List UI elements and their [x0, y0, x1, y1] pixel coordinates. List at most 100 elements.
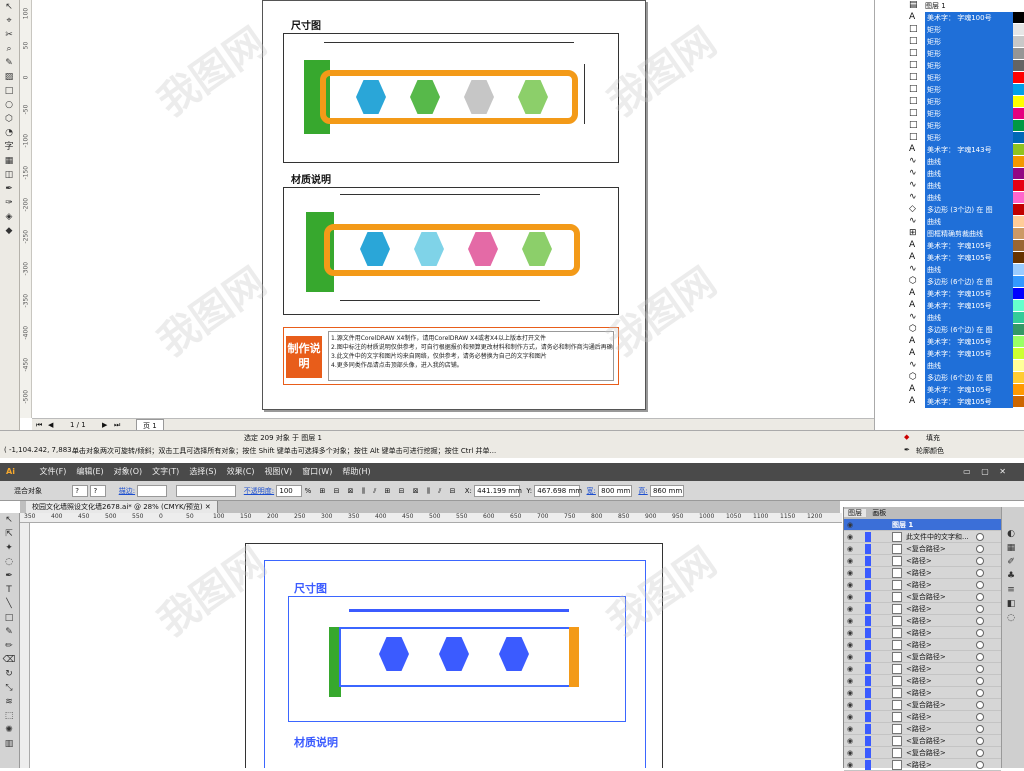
object-row[interactable]: A 美术字： 字魂105号	[875, 396, 1024, 408]
freehand-tool-icon[interactable]: ✎	[0, 56, 18, 70]
visibility-icon[interactable]: ◉	[847, 617, 855, 625]
palette-swatch[interactable]	[1013, 324, 1024, 336]
layer-item-row[interactable]: ◉ <路径>	[844, 603, 1001, 615]
rectangle-tool-icon[interactable]: □	[0, 611, 18, 625]
target-icon[interactable]	[976, 617, 984, 625]
menu-item[interactable]: 编辑(E)	[76, 467, 103, 476]
object-manager-header[interactable]: ▤ 图层 1	[875, 0, 1024, 12]
visibility-icon[interactable]: ◉	[847, 725, 855, 733]
visibility-icon[interactable]: ◉	[847, 641, 855, 649]
tab-artboards[interactable]: 画板	[868, 509, 890, 517]
visibility-icon[interactable]: ◉	[847, 605, 855, 613]
align-icons[interactable]: ⊞ ⊟ ⊠ ⫼ ⫽ ⊞ ⊟ ⊠ ⫼ ⫽ ⊟	[319, 487, 458, 495]
object-row[interactable]: A 美术字： 字魂105号	[875, 300, 1024, 312]
palette-swatch[interactable]	[1013, 156, 1024, 168]
palette-swatch[interactable]	[1013, 372, 1024, 384]
width-field[interactable]: 800 mm	[598, 485, 633, 497]
target-icon[interactable]	[976, 545, 984, 553]
layer-item-row[interactable]: ◉ <路径>	[844, 675, 1001, 687]
palette-swatch[interactable]	[1013, 120, 1024, 132]
target-icon[interactable]	[976, 653, 984, 661]
target-icon[interactable]	[976, 533, 984, 541]
object-row[interactable]: A 美术字： 字魂143号	[875, 144, 1024, 156]
palette-swatch[interactable]	[1013, 12, 1024, 24]
layer-item-row[interactable]: ◉ <路径>	[844, 579, 1001, 591]
object-row[interactable]: A 美术字： 字魂105号	[875, 240, 1024, 252]
palette-swatch[interactable]	[1013, 252, 1024, 264]
layer-item-row[interactable]: ◉ <路径>	[844, 723, 1001, 735]
direct-selection-icon[interactable]: ⇱	[0, 527, 18, 541]
object-row[interactable]: A 美术字： 字魂105号	[875, 252, 1024, 264]
fill-tool-icon[interactable]: ◈	[0, 210, 18, 224]
layer-item-row[interactable]: ◉ <路径>	[844, 627, 1001, 639]
fill-swatch[interactable]: ?	[72, 485, 89, 497]
palette-swatch[interactable]	[1013, 180, 1024, 192]
target-icon[interactable]	[976, 677, 984, 685]
menu-item[interactable]: 文字(T)	[152, 467, 179, 476]
scale-icon[interactable]: ⤡	[0, 681, 18, 695]
visibility-icon[interactable]: ◉	[847, 701, 855, 709]
layer-item-row[interactable]: ◉ <复合路径>	[844, 651, 1001, 663]
target-icon[interactable]	[976, 641, 984, 649]
eraser-icon[interactable]: ⌫	[0, 653, 18, 667]
target-icon[interactable]	[976, 749, 984, 757]
palette-swatch[interactable]	[1013, 300, 1024, 312]
object-row[interactable]: ∿ 曲线	[875, 156, 1024, 168]
visibility-icon[interactable]: ◉	[847, 737, 855, 745]
visibility-icon[interactable]: ◉	[847, 581, 855, 589]
layer-item-row[interactable]: ◉ <路径>	[844, 555, 1001, 567]
palette-swatch[interactable]	[1013, 384, 1024, 396]
visibility-icon[interactable]: ◉	[847, 557, 855, 565]
visibility-icon[interactable]: ◉	[847, 689, 855, 697]
zoom-tool-icon[interactable]: ⌕	[0, 42, 18, 56]
target-icon[interactable]	[976, 629, 984, 637]
layer-item-row[interactable]: ◉ <路径>	[844, 567, 1001, 579]
layer-item-row[interactable]: ◉ <复合路径>	[844, 747, 1001, 759]
lasso-icon[interactable]: ◌	[0, 555, 18, 569]
palette-swatch[interactable]	[1013, 132, 1024, 144]
palette-swatch[interactable]	[1013, 84, 1024, 96]
object-row[interactable]: □ 矩形	[875, 60, 1024, 72]
rotate-icon[interactable]: ↻	[0, 667, 18, 681]
palette-swatch[interactable]	[1013, 360, 1024, 372]
layer-item-row[interactable]: ◉ <路径>	[844, 663, 1001, 675]
palette-swatch[interactable]	[1013, 276, 1024, 288]
layer-item-row[interactable]: ◉ 此文件中的文字和...	[844, 531, 1001, 543]
tab-layers[interactable]: 图层	[844, 509, 866, 517]
visibility-icon[interactable]: ◉	[847, 545, 855, 553]
palette-swatch[interactable]	[1013, 288, 1024, 300]
y-field[interactable]: 467.698 mm	[534, 485, 582, 497]
visibility-icon[interactable]: ◉	[847, 521, 855, 529]
palette-swatch[interactable]	[1013, 348, 1024, 360]
object-row[interactable]: A 美术字： 字魂105号	[875, 336, 1024, 348]
palette-swatch[interactable]	[1013, 216, 1024, 228]
target-icon[interactable]	[976, 737, 984, 745]
symbol-sprayer-icon[interactable]: ✺	[0, 723, 18, 737]
height-label[interactable]: 高:	[638, 487, 647, 495]
palette-swatch[interactable]	[1013, 192, 1024, 204]
object-row[interactable]: □ 矩形	[875, 48, 1024, 60]
free-transform-icon[interactable]: ⬚	[0, 709, 18, 723]
layer-item-row[interactable]: ◉ <路径>	[844, 639, 1001, 651]
selection-tool-icon[interactable]: ↖	[0, 513, 18, 527]
palette-swatch[interactable]	[1013, 396, 1024, 408]
target-icon[interactable]	[976, 725, 984, 733]
object-row[interactable]: ⬡ 多边形 (6个边) 在 图	[875, 324, 1024, 336]
object-row[interactable]: A 美术字： 字魂105号	[875, 288, 1024, 300]
object-row[interactable]: □ 矩形	[875, 84, 1024, 96]
target-icon[interactable]	[976, 689, 984, 697]
pen-tool-icon[interactable]: ✒	[0, 569, 18, 583]
text-tool-icon[interactable]: 字	[0, 140, 18, 154]
shape-tool-icon[interactable]: ⌖	[0, 14, 18, 28]
visibility-icon[interactable]: ◉	[847, 593, 855, 601]
visibility-icon[interactable]: ◉	[847, 665, 855, 673]
target-icon[interactable]	[976, 665, 984, 673]
palette-swatch[interactable]	[1013, 264, 1024, 276]
line-tool-icon[interactable]: ╲	[0, 597, 18, 611]
visibility-icon[interactable]: ◉	[847, 713, 855, 721]
menu-item[interactable]: 视图(V)	[264, 467, 292, 476]
object-row[interactable]: □ 矩形	[875, 24, 1024, 36]
polygon-tool-icon[interactable]: ⬡	[0, 112, 18, 126]
layer-item-row[interactable]: ◉ <复合路径>	[844, 699, 1001, 711]
visibility-icon[interactable]: ◉	[847, 569, 855, 577]
